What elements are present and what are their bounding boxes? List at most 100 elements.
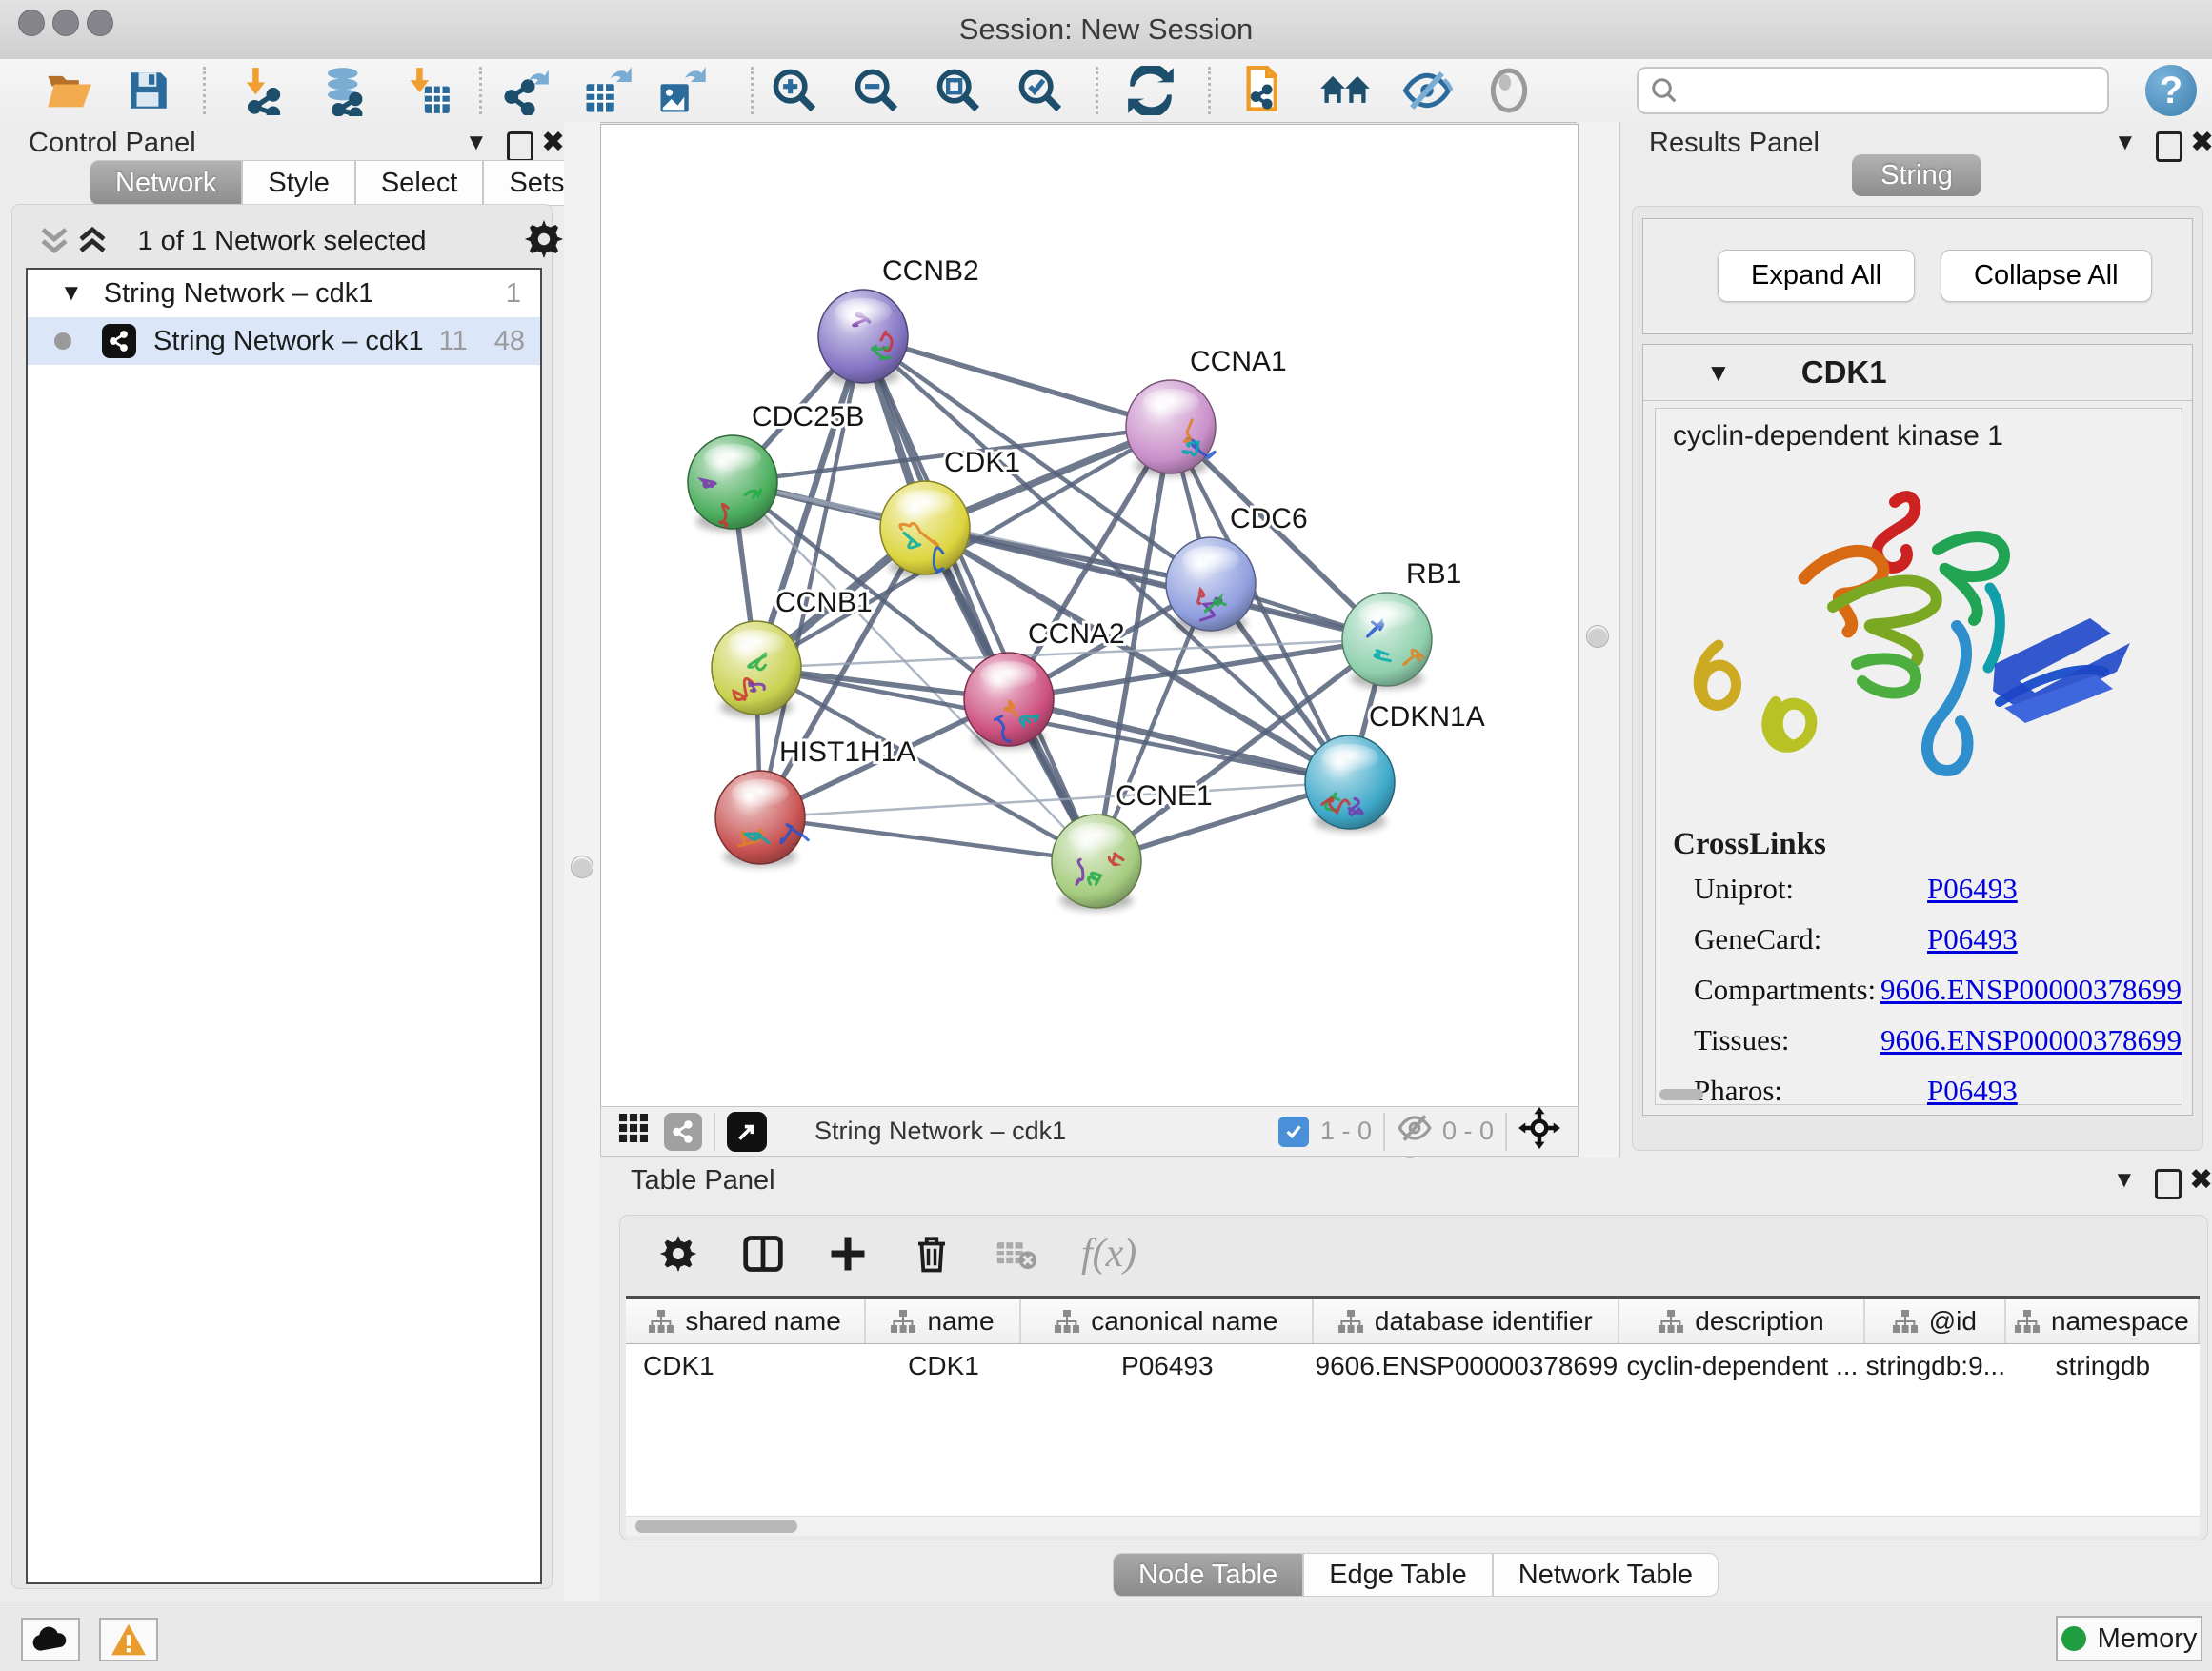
network-share-icon[interactable] xyxy=(664,1113,702,1151)
hidden-eye-icon[interactable] xyxy=(1397,1110,1433,1153)
column-header--id[interactable]: @id xyxy=(1865,1299,2006,1343)
warning-button[interactable] xyxy=(99,1618,158,1661)
network-row-label: String Network – cdk1 xyxy=(153,326,424,357)
crosslink-value-link[interactable]: 9606.ENSP00000378699 xyxy=(1880,973,2182,1007)
gene-collapse-icon[interactable]: ▼ xyxy=(1706,358,1731,388)
network-node-count: 11 xyxy=(439,326,468,357)
import-table-icon[interactable] xyxy=(400,65,453,116)
grid-view-icon[interactable] xyxy=(616,1111,651,1152)
show-columns-icon[interactable] xyxy=(742,1233,784,1275)
table-row[interactable]: CDK1CDK1P064939606.ENSP00000378699cyclin… xyxy=(626,1344,2200,1388)
table-body: CDK1CDK1P064939606.ENSP00000378699cyclin… xyxy=(626,1344,2200,1388)
tree-expand-icon[interactable]: ▼ xyxy=(60,280,83,307)
crosslink-row: Tissues:9606.ENSP00000378699 xyxy=(1694,1023,2182,1057)
function-builder-icon[interactable]: f(x) xyxy=(1081,1231,1136,1277)
results-panel-float-icon[interactable] xyxy=(2156,131,2182,162)
crosslink-value-link[interactable]: P06493 xyxy=(1927,1074,2018,1108)
network-graph[interactable]: CCNB2CCNA1CDC25BCDK1CDC6RB1CCNB1CCNA2CDK… xyxy=(601,125,1578,1106)
column-header-canonical-name[interactable]: canonical name xyxy=(1021,1299,1314,1343)
table-hscrollbar[interactable] xyxy=(626,1516,2200,1536)
network-collection-row[interactable]: ▼ String Network – cdk1 1 xyxy=(28,270,540,317)
network-row-selected[interactable]: String Network – cdk1 11 48 xyxy=(28,317,540,365)
column-header-shared-name[interactable]: shared name xyxy=(626,1299,866,1343)
current-network-name: String Network – cdk1 xyxy=(814,1117,1066,1146)
zoom-fit-icon[interactable] xyxy=(932,65,985,116)
network-canvas[interactable]: CCNB2CCNA1CDC25BCDK1CDC6RB1CCNB1CCNA2CDK… xyxy=(600,124,1579,1107)
control-panel: Control Panel ▼ ✖ NetworkStyleSelectSets… xyxy=(0,122,565,1601)
home-icon[interactable] xyxy=(1318,65,1372,116)
search-field[interactable] xyxy=(1637,67,2109,114)
crosslink-value-link[interactable]: P06493 xyxy=(1927,922,2018,956)
help-icon[interactable]: ? xyxy=(2145,65,2197,116)
tab-network-table[interactable]: Network Table xyxy=(1493,1553,1719,1597)
table-toolbar: f(x) xyxy=(620,1216,2207,1292)
network-node-label-CCNA1: CCNA1 xyxy=(1190,346,1287,377)
table-panel-title: Table Panel xyxy=(631,1165,775,1197)
import-network-database-icon[interactable] xyxy=(318,65,372,116)
gene-card-header[interactable]: ▼ CDK1 xyxy=(1643,345,2192,401)
column-header-database-identifier[interactable]: database identifier xyxy=(1314,1299,1619,1343)
table-gear-icon[interactable] xyxy=(658,1234,698,1274)
tab-select[interactable]: Select xyxy=(355,160,484,206)
control-panel-float-icon[interactable] xyxy=(507,131,533,162)
open-in-browser-icon[interactable] xyxy=(1238,65,1292,116)
table-hscrollbar-thumb[interactable] xyxy=(635,1520,797,1533)
memory-button[interactable]: Memory xyxy=(2056,1616,2202,1661)
table-toolbar-card: f(x) shared namenamecanonical namedataba… xyxy=(619,1215,2208,1540)
zoom-in-icon[interactable] xyxy=(768,65,821,116)
zoom-out-icon[interactable] xyxy=(850,65,903,116)
open-session-icon[interactable] xyxy=(42,65,95,116)
control-panel-close-icon[interactable]: ✖ xyxy=(541,126,565,159)
tab-edge-table[interactable]: Edge Table xyxy=(1303,1553,1493,1597)
tab-node-table[interactable]: Node Table xyxy=(1113,1553,1303,1597)
table-panel-close-icon[interactable]: ✖ xyxy=(2189,1163,2212,1197)
eye-icon[interactable] xyxy=(1482,65,1536,116)
export-network-icon[interactable] xyxy=(499,65,553,116)
column-header-description[interactable]: description xyxy=(1619,1299,1865,1343)
export-image-icon[interactable] xyxy=(655,65,709,116)
network-tab-content: 1 of 1 Network selected ▼ String Network… xyxy=(11,204,553,1589)
right-splitter-handle[interactable] xyxy=(1586,625,1609,648)
results-panel-collapse-icon[interactable]: ▼ xyxy=(2114,130,2137,156)
table-panel-float-icon[interactable] xyxy=(2155,1169,2182,1199)
collapse-all-button[interactable]: Collapse All xyxy=(1941,250,2152,302)
zoom-selected-icon[interactable] xyxy=(1014,65,1067,116)
selected-checkbox-icon[interactable] xyxy=(1278,1117,1309,1147)
crosslink-value-link[interactable]: P06493 xyxy=(1927,872,2018,906)
tab-string[interactable]: String xyxy=(1852,154,1981,196)
cloud-button[interactable] xyxy=(21,1618,80,1661)
expand-all-button[interactable]: Expand All xyxy=(1718,250,1915,302)
create-column-icon[interactable] xyxy=(828,1234,868,1274)
footer-separator xyxy=(1505,1113,1507,1151)
crosslinks-scrollbar[interactable] xyxy=(1659,1089,1703,1100)
table-panel-collapse-icon[interactable]: ▼ xyxy=(2113,1167,2136,1194)
control-panel-collapse-icon[interactable]: ▼ xyxy=(465,130,488,156)
pan-crosshair-icon[interactable] xyxy=(1518,1107,1560,1156)
gene-card-body: cyclin-dependent kinase 1 xyxy=(1655,408,2182,1105)
birds-eye-view-icon[interactable] xyxy=(727,1112,767,1152)
crosslink-value-link[interactable]: 9606.ENSP00000378699 xyxy=(1880,1023,2182,1057)
tab-style[interactable]: Style xyxy=(242,160,354,206)
export-table-icon[interactable] xyxy=(581,65,634,116)
results-panel: Results Panel ▼ ✖ String Expand All Coll… xyxy=(1619,122,2212,1158)
column-header-name[interactable]: name xyxy=(866,1299,1021,1343)
save-session-icon[interactable] xyxy=(122,65,175,116)
toolbar-separator xyxy=(751,67,754,114)
table-header-row[interactable]: shared namenamecanonical namedatabase id… xyxy=(626,1296,2200,1344)
left-splitter[interactable] xyxy=(564,122,600,1601)
delete-column-icon[interactable] xyxy=(912,1234,952,1274)
hide-eye-slash-icon[interactable] xyxy=(1400,65,1454,116)
gear-icon[interactable] xyxy=(523,218,565,260)
results-panel-close-icon[interactable]: ✖ xyxy=(2190,126,2212,159)
tab-network[interactable]: Network xyxy=(90,160,242,206)
crosslink-label: GeneCard: xyxy=(1694,922,1927,956)
crosslink-row: GeneCard:P06493 xyxy=(1694,922,2182,956)
right-splitter[interactable] xyxy=(1577,122,1619,1158)
refresh-icon[interactable] xyxy=(1124,65,1177,116)
delete-table-icon[interactable] xyxy=(995,1233,1037,1275)
column-header-namespace[interactable]: namespace xyxy=(2006,1299,2200,1343)
import-network-file-icon[interactable] xyxy=(236,65,290,116)
network-node-label-CCNB2: CCNB2 xyxy=(882,255,979,287)
left-splitter-handle[interactable] xyxy=(571,856,593,878)
search-input[interactable] xyxy=(1679,75,2092,107)
